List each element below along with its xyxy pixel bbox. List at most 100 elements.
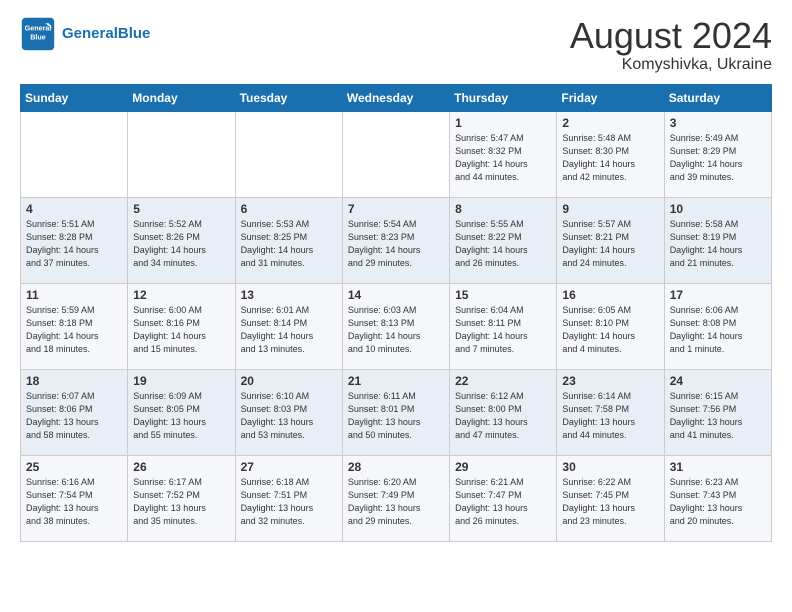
day-info: Sunrise: 6:04 AM Sunset: 8:11 PM Dayligh… — [455, 304, 551, 356]
day-number: 22 — [455, 374, 551, 388]
header-sunday: Sunday — [21, 84, 128, 111]
title-block: August 2024 Komyshivka, Ukraine — [570, 16, 772, 74]
logo: General Blue GeneralBlue — [20, 16, 150, 52]
day-number: 26 — [133, 460, 229, 474]
day-info: Sunrise: 6:18 AM Sunset: 7:51 PM Dayligh… — [241, 476, 337, 528]
calendar-cell: 26 Sunrise: 6:17 AM Sunset: 7:52 PM Dayli… — [128, 455, 235, 541]
day-number: 15 — [455, 288, 551, 302]
calendar-cell: 17 Sunrise: 6:06 AM Sunset: 8:08 PM Dayli… — [664, 283, 771, 369]
day-info: Sunrise: 5:55 AM Sunset: 8:22 PM Dayligh… — [455, 218, 551, 270]
calendar-cell: 13 Sunrise: 6:01 AM Sunset: 8:14 PM Dayli… — [235, 283, 342, 369]
day-info: Sunrise: 6:06 AM Sunset: 8:08 PM Dayligh… — [670, 304, 766, 356]
day-number: 5 — [133, 202, 229, 216]
day-number: 28 — [348, 460, 444, 474]
day-info: Sunrise: 6:14 AM Sunset: 7:58 PM Dayligh… — [562, 390, 658, 442]
day-number: 24 — [670, 374, 766, 388]
calendar-week-0: 1 Sunrise: 5:47 AM Sunset: 8:32 PM Daylig… — [21, 111, 772, 197]
calendar-cell — [21, 111, 128, 197]
calendar-cell: 1 Sunrise: 5:47 AM Sunset: 8:32 PM Daylig… — [450, 111, 557, 197]
day-number: 3 — [670, 116, 766, 130]
calendar-cell: 7 Sunrise: 5:54 AM Sunset: 8:23 PM Daylig… — [342, 197, 449, 283]
day-number: 29 — [455, 460, 551, 474]
calendar-cell: 28 Sunrise: 6:20 AM Sunset: 7:49 PM Dayli… — [342, 455, 449, 541]
day-number: 17 — [670, 288, 766, 302]
day-info: Sunrise: 6:00 AM Sunset: 8:16 PM Dayligh… — [133, 304, 229, 356]
day-number: 30 — [562, 460, 658, 474]
calendar-week-4: 25 Sunrise: 6:16 AM Sunset: 7:54 PM Dayli… — [21, 455, 772, 541]
day-number: 18 — [26, 374, 122, 388]
day-info: Sunrise: 5:52 AM Sunset: 8:26 PM Dayligh… — [133, 218, 229, 270]
logo-icon: General Blue — [20, 16, 56, 52]
calendar-cell: 3 Sunrise: 5:49 AM Sunset: 8:29 PM Daylig… — [664, 111, 771, 197]
calendar-cell: 9 Sunrise: 5:57 AM Sunset: 8:21 PM Daylig… — [557, 197, 664, 283]
day-number: 4 — [26, 202, 122, 216]
day-info: Sunrise: 5:57 AM Sunset: 8:21 PM Dayligh… — [562, 218, 658, 270]
day-number: 21 — [348, 374, 444, 388]
header-saturday: Saturday — [664, 84, 771, 111]
calendar-cell: 21 Sunrise: 6:11 AM Sunset: 8:01 PM Dayli… — [342, 369, 449, 455]
day-info: Sunrise: 5:51 AM Sunset: 8:28 PM Dayligh… — [26, 218, 122, 270]
day-info: Sunrise: 6:22 AM Sunset: 7:45 PM Dayligh… — [562, 476, 658, 528]
day-number: 13 — [241, 288, 337, 302]
day-info: Sunrise: 5:49 AM Sunset: 8:29 PM Dayligh… — [670, 132, 766, 184]
day-number: 9 — [562, 202, 658, 216]
calendar-cell: 5 Sunrise: 5:52 AM Sunset: 8:26 PM Daylig… — [128, 197, 235, 283]
location-subtitle: Komyshivka, Ukraine — [570, 56, 772, 74]
day-info: Sunrise: 6:17 AM Sunset: 7:52 PM Dayligh… — [133, 476, 229, 528]
calendar-header-row: SundayMondayTuesdayWednesdayThursdayFrid… — [21, 84, 772, 111]
day-info: Sunrise: 6:03 AM Sunset: 8:13 PM Dayligh… — [348, 304, 444, 356]
day-info: Sunrise: 5:54 AM Sunset: 8:23 PM Dayligh… — [348, 218, 444, 270]
day-info: Sunrise: 6:01 AM Sunset: 8:14 PM Dayligh… — [241, 304, 337, 356]
day-number: 11 — [26, 288, 122, 302]
day-number: 12 — [133, 288, 229, 302]
calendar-cell — [235, 111, 342, 197]
calendar-cell: 31Sunrise: 6:23 AM Sunset: 7:43 PM Dayli… — [664, 455, 771, 541]
calendar-cell — [128, 111, 235, 197]
calendar-cell: 11Sunrise: 5:59 AM Sunset: 8:18 PM Dayli… — [21, 283, 128, 369]
calendar-cell: 24 Sunrise: 6:15 AM Sunset: 7:56 PM Dayli… — [664, 369, 771, 455]
calendar-week-1: 4 Sunrise: 5:51 AM Sunset: 8:28 PM Daylig… — [21, 197, 772, 283]
calendar-cell: 4 Sunrise: 5:51 AM Sunset: 8:28 PM Daylig… — [21, 197, 128, 283]
day-info: Sunrise: 6:15 AM Sunset: 7:56 PM Dayligh… — [670, 390, 766, 442]
calendar-week-3: 18Sunrise: 6:07 AM Sunset: 8:06 PM Dayli… — [21, 369, 772, 455]
calendar-cell: 10 Sunrise: 5:58 AM Sunset: 8:19 PM Dayli… — [664, 197, 771, 283]
day-info: Sunrise: 6:05 AM Sunset: 8:10 PM Dayligh… — [562, 304, 658, 356]
header-friday: Friday — [557, 84, 664, 111]
day-info: Sunrise: 6:20 AM Sunset: 7:49 PM Dayligh… — [348, 476, 444, 528]
calendar-cell: 25 Sunrise: 6:16 AM Sunset: 7:54 PM Dayli… — [21, 455, 128, 541]
calendar-cell: 23Sunrise: 6:14 AM Sunset: 7:58 PM Dayli… — [557, 369, 664, 455]
day-info: Sunrise: 5:58 AM Sunset: 8:19 PM Dayligh… — [670, 218, 766, 270]
calendar-cell: 27Sunrise: 6:18 AM Sunset: 7:51 PM Dayli… — [235, 455, 342, 541]
calendar-cell: 30 Sunrise: 6:22 AM Sunset: 7:45 PM Dayli… — [557, 455, 664, 541]
day-number: 20 — [241, 374, 337, 388]
calendar-cell: 15 Sunrise: 6:04 AM Sunset: 8:11 PM Dayli… — [450, 283, 557, 369]
day-number: 10 — [670, 202, 766, 216]
day-number: 2 — [562, 116, 658, 130]
day-info: Sunrise: 6:16 AM Sunset: 7:54 PM Dayligh… — [26, 476, 122, 528]
day-number: 1 — [455, 116, 551, 130]
day-number: 14 — [348, 288, 444, 302]
calendar-cell: 29 Sunrise: 6:21 AM Sunset: 7:47 PM Dayli… — [450, 455, 557, 541]
logo-text: GeneralBlue — [62, 25, 150, 43]
header-thursday: Thursday — [450, 84, 557, 111]
day-number: 7 — [348, 202, 444, 216]
day-info: Sunrise: 6:09 AM Sunset: 8:05 PM Dayligh… — [133, 390, 229, 442]
calendar-cell — [342, 111, 449, 197]
day-info: Sunrise: 6:11 AM Sunset: 8:01 PM Dayligh… — [348, 390, 444, 442]
day-number: 6 — [241, 202, 337, 216]
header-wednesday: Wednesday — [342, 84, 449, 111]
calendar-cell: 2 Sunrise: 5:48 AM Sunset: 8:30 PM Daylig… — [557, 111, 664, 197]
day-info: Sunrise: 5:47 AM Sunset: 8:32 PM Dayligh… — [455, 132, 551, 184]
calendar-cell: 12 Sunrise: 6:00 AM Sunset: 8:16 PM Dayli… — [128, 283, 235, 369]
header-tuesday: Tuesday — [235, 84, 342, 111]
day-info: Sunrise: 5:48 AM Sunset: 8:30 PM Dayligh… — [562, 132, 658, 184]
day-info: Sunrise: 6:10 AM Sunset: 8:03 PM Dayligh… — [241, 390, 337, 442]
header: General Blue GeneralBlue August 2024 Kom… — [20, 16, 772, 74]
day-info: Sunrise: 6:21 AM Sunset: 7:47 PM Dayligh… — [455, 476, 551, 528]
calendar-cell: 6 Sunrise: 5:53 AM Sunset: 8:25 PM Daylig… — [235, 197, 342, 283]
day-number: 25 — [26, 460, 122, 474]
calendar-cell: 14 Sunrise: 6:03 AM Sunset: 8:13 PM Dayli… — [342, 283, 449, 369]
calendar-table: SundayMondayTuesdayWednesdayThursdayFrid… — [20, 84, 772, 542]
day-info: Sunrise: 5:53 AM Sunset: 8:25 PM Dayligh… — [241, 218, 337, 270]
day-info: Sunrise: 6:23 AM Sunset: 7:43 PM Dayligh… — [670, 476, 766, 528]
